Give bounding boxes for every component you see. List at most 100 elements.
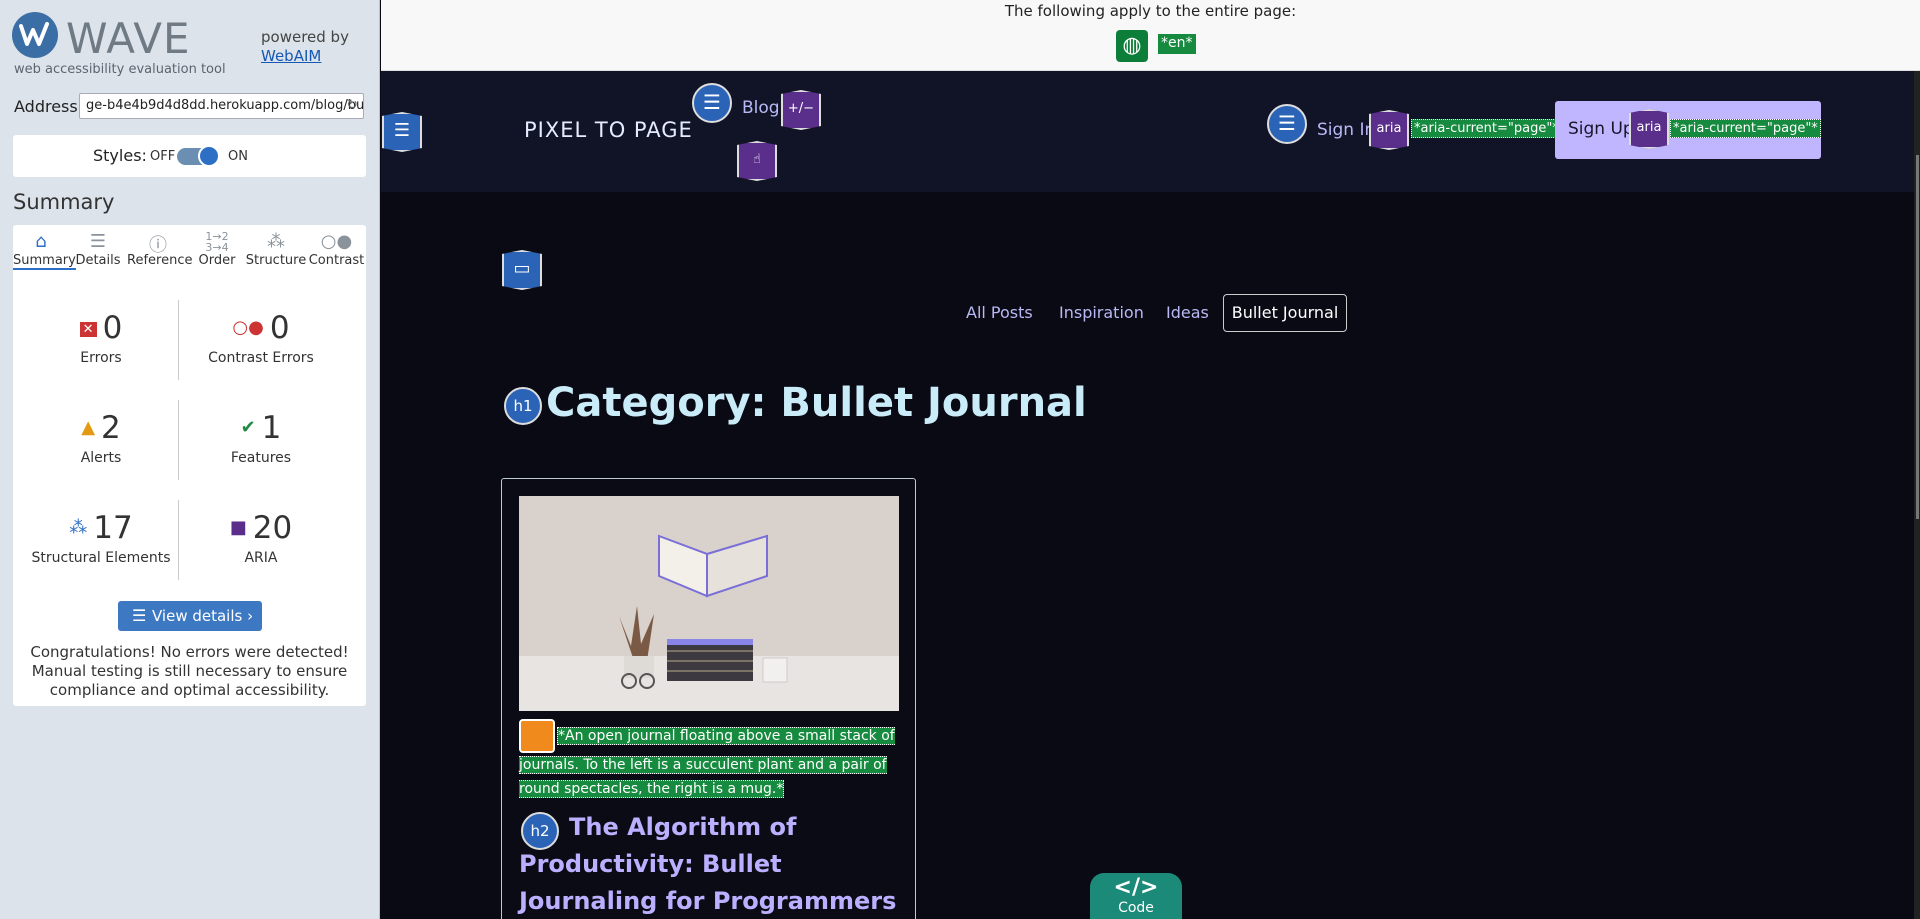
nav-sign-in[interactable]: Sign In [1317,120,1375,140]
tab-label: Details [75,253,121,268]
summary-panel: ✕ 0 Errors ○● 0 Contrast Errors ▲ 2 Alerts … [13,277,366,706]
address-label: Address: [14,97,84,116]
code-label: Code [1118,900,1154,916]
structural-stat[interactable]: ⁂ 17 Structural Elements [13,490,189,580]
info-icon: ⓘ [149,235,167,256]
aria-expanded-icon[interactable]: +/− [781,90,821,130]
contrast-errors-count: 0 [269,310,290,346]
post-image [519,496,899,711]
list-icon: ☰ [89,231,107,252]
error-icon: ✕ [79,322,97,337]
errors-stat[interactable]: ✕ 0 Errors [13,290,189,380]
globe-icon[interactable]: ◍ [1116,30,1148,62]
aria-icon[interactable]: aria [1369,110,1409,150]
aria-count: 20 [252,510,293,546]
styles-on-label: ON [228,149,248,164]
styles-off-label: OFF [150,149,176,164]
alerts-count: 2 [101,410,121,446]
scrollbar-thumb[interactable] [1916,155,1919,519]
aria-stat[interactable]: ■ 20 ARIA [173,490,349,580]
powered-by-text: powered by [261,28,349,46]
structural-count: 17 [93,510,133,546]
alerts-label: Alerts [80,450,122,466]
features-stat[interactable]: ✔ 1 Features [173,390,349,480]
summary-heading: Summary [13,190,115,214]
alt-text-annotation: *An open journal floating above a small … [519,719,899,801]
subnav-inspiration[interactable]: Inspiration [1059,303,1144,322]
aria-icon[interactable]: aria [1629,109,1669,149]
code-button[interactable]: </> Code [1090,873,1182,919]
subnav-ideas[interactable]: Ideas [1166,303,1209,322]
aria-current-tag: *aria-current="page"* [1411,119,1562,138]
sign-up-label: Sign Up [1568,119,1634,139]
aria-icon-label: aria [1376,121,1402,136]
brand-logo[interactable]: PIXEL TO PAGE [524,118,693,142]
styles-toggle-panel: Styles: OFF ON [13,135,366,177]
apply-text: The following apply to the entire page: [1004,2,1297,20]
code-icon: </> [1113,875,1159,900]
subnav-all-posts[interactable]: All Posts [966,303,1033,322]
address-value: ge-b4e4b9d4d8dd.herokuapp.com/blog/bujo [86,98,364,113]
region-icon[interactable]: ☰ [382,112,422,152]
list-icon: ☰ [132,606,147,625]
features-count: 1 [261,410,282,446]
tab-details[interactable]: ☰ Details [69,225,127,277]
order-icon: 1→2 3→4 [205,230,229,254]
tab-order[interactable]: 1→2 3→4 Order [189,225,245,277]
structural-label: Structural Elements [31,550,171,566]
styles-toggle[interactable] [177,145,220,167]
check-icon: ✔ [240,417,256,438]
view-details-button[interactable]: ☰ View details › [118,601,262,631]
contrast-error-icon: ○● [232,317,264,338]
page-title: Category: Bullet Journal [546,380,1087,426]
lang-tag: *en* [1158,34,1196,54]
post-title[interactable]: The Algorithm of Productivity: Bullet Jo… [519,809,904,919]
tab-label: Contrast [308,253,365,268]
region-icon[interactable]: ▭ [502,250,542,290]
home-icon: ⌂ [35,231,47,252]
toggle-knob [198,145,220,167]
contrast-errors-label: Contrast Errors [208,350,314,366]
wave-tabs: ⌂ Summary ☰ Details ⓘ Reference 1→2 3→4 Order… [13,225,366,277]
aria-icon-label: aria [1636,120,1662,135]
evaluated-page: The following apply to the entire page: … [381,0,1920,919]
reload-icon[interactable]: ↻ [346,97,358,113]
tab-label: Order [198,253,236,268]
wave-logo [12,12,58,58]
alt-text: *An open journal floating above a small … [519,727,895,798]
congrats-message: Congratulations! No errors were detected… [30,643,349,699]
tab-contrast[interactable]: ○● Contrast [307,225,366,277]
list-icon[interactable]: ☰ [1267,104,1307,144]
structure-icon: ⁂ [267,231,285,252]
wave-sidebar: WAVE web accessibility evaluation tool p… [0,0,380,919]
aria-label: ARIA [244,550,278,566]
nav-blog[interactable]: Blog [742,98,780,118]
contrast-errors-stat[interactable]: ○● 0 Contrast Errors [173,290,349,380]
aria-icon: ■ [229,517,247,538]
post-card[interactable]: *An open journal floating above a small … [501,478,916,919]
alerts-stat[interactable]: ▲ 2 Alerts [13,390,189,480]
contrast-icon: ○● [320,231,353,252]
structure-icon: ⁂ [69,517,88,538]
list-icon[interactable]: ☰ [692,83,732,123]
tab-label: Reference [127,253,193,268]
tab-label: Structure [245,253,307,268]
features-label: Features [230,450,292,466]
view-details-label: View details › [152,607,254,625]
tab-reference[interactable]: ⓘ Reference [127,225,193,277]
address-input[interactable]: ge-b4e4b9d4d8dd.herokuapp.com/blog/bujo … [79,93,364,119]
subnav-bullet-journal[interactable]: Bullet Journal [1223,294,1347,332]
powered-by: powered by WebAIM [261,28,349,66]
scrollbar[interactable] [1914,71,1920,919]
tab-summary[interactable]: ⌂ Summary [13,225,76,277]
errors-label: Errors [80,350,122,366]
styles-label: Styles: [93,146,147,165]
alt-text-icon[interactable] [519,719,555,753]
aria-current-tag: *aria-current="page"* [1670,119,1821,138]
webaim-link[interactable]: WebAIM [261,47,349,66]
tab-structure[interactable]: ⁂ Structure [245,225,307,277]
wave-name: WAVE [66,14,191,63]
h1-icon[interactable]: h1 [504,387,542,425]
errors-count: 0 [102,310,123,346]
aria-menu-icon[interactable]: ☝ [737,141,777,181]
